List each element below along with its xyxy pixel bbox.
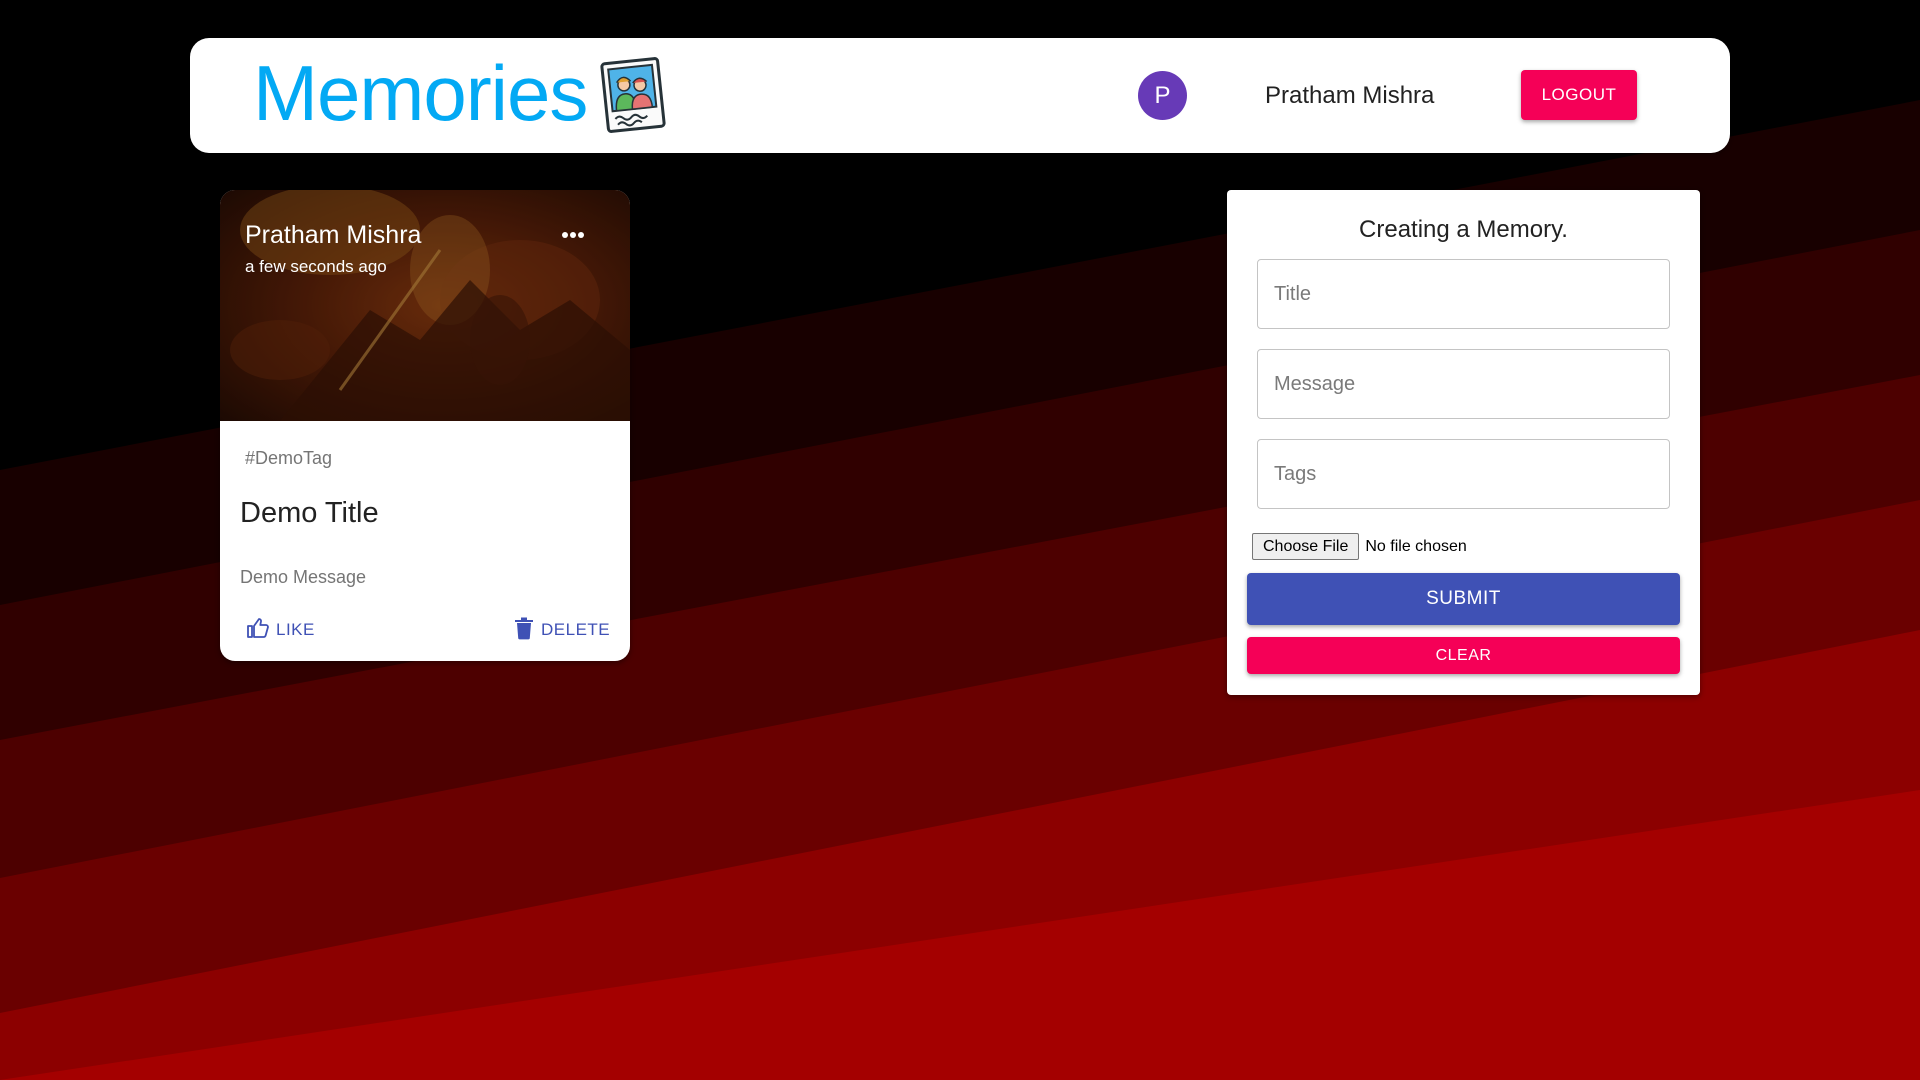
post-card: Pratham Mishra a few seconds ago #DemoTa… <box>220 190 630 661</box>
like-label: LIKE <box>276 620 315 639</box>
submit-button[interactable]: SUBMIT <box>1247 573 1680 625</box>
post-tags: #DemoTag <box>245 448 333 468</box>
post-title: Demo Title <box>240 497 379 529</box>
app-bar: Memories P Pratham Mishra LOGOUT <box>190 38 1730 153</box>
thumb-up-icon <box>246 616 270 645</box>
delete-button[interactable]: DELETE <box>509 614 614 646</box>
form-heading: Creating a Memory. <box>1359 216 1568 243</box>
clear-button[interactable]: CLEAR <box>1247 637 1680 674</box>
post-message: Demo Message <box>240 567 367 587</box>
file-status: No file chosen <box>1365 537 1467 555</box>
tags-input[interactable] <box>1257 439 1670 509</box>
app-title[interactable]: Memories <box>253 54 588 132</box>
delete-label: DELETE <box>541 620 611 639</box>
message-input[interactable] <box>1257 349 1670 419</box>
choose-file-button[interactable]: Choose File <box>1252 533 1360 560</box>
more-horizontal-icon[interactable] <box>555 225 591 245</box>
create-memory-form: Creating a Memory. Choose File No file c… <box>1227 190 1700 695</box>
memories-photo-icon[interactable] <box>597 55 669 135</box>
logout-button[interactable]: LOGOUT <box>1521 70 1637 120</box>
post-timestamp: a few seconds ago <box>245 257 387 276</box>
title-input[interactable] <box>1257 259 1670 329</box>
file-picker: Choose File No file chosen <box>1252 533 1467 560</box>
user-name: Pratham Mishra <box>1265 82 1435 109</box>
post-creator: Pratham Mishra <box>245 221 422 249</box>
avatar[interactable]: P <box>1138 71 1187 120</box>
trash-icon <box>513 616 535 645</box>
like-button[interactable]: LIKE <box>242 614 319 646</box>
